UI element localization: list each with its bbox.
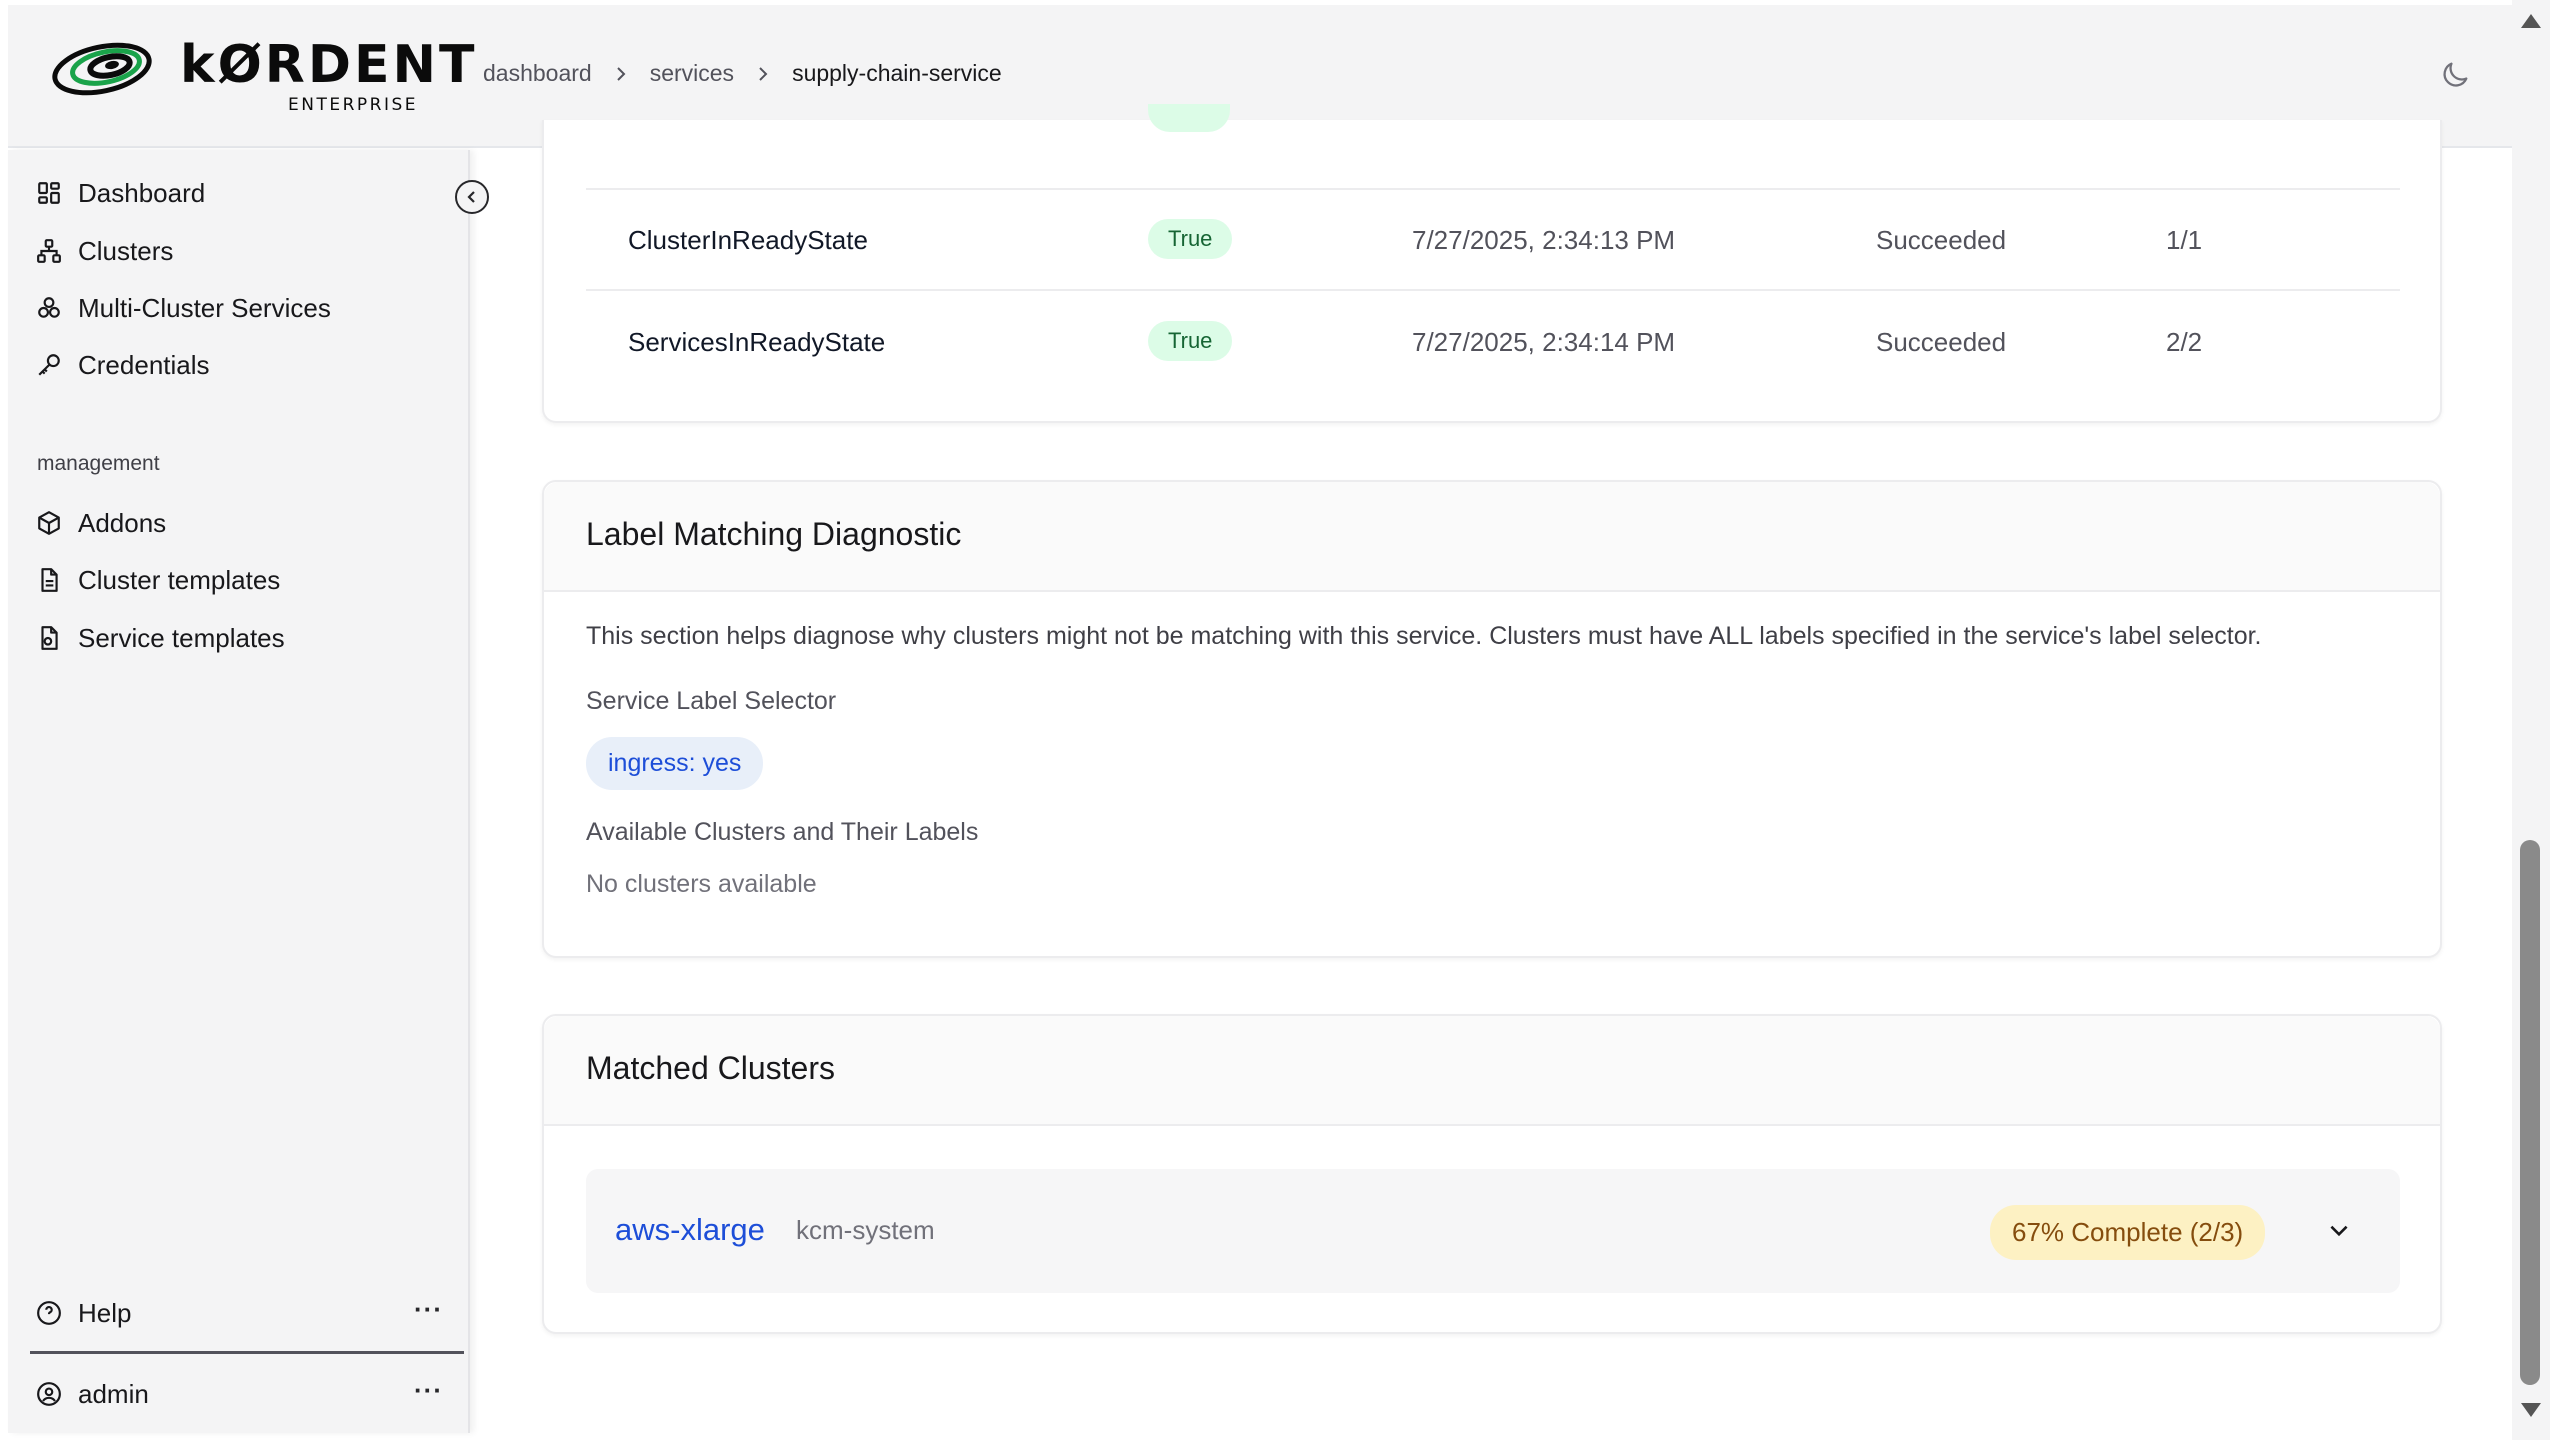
sidebar-section-management: management [37, 452, 160, 475]
user-avatar-icon [37, 1382, 61, 1406]
sidebar-item-label: admin [78, 1378, 149, 1409]
sidebar-item-label: Credentials [78, 349, 210, 380]
condition-result: Succeeded [1876, 327, 2007, 357]
card-title: Label Matching Diagnostic [586, 516, 962, 552]
page-scrollbar[interactable] [2512, 0, 2550, 1440]
sidebar-divider [30, 1351, 464, 1354]
logo-subtitle: ENTERPRISE [288, 95, 419, 115]
scroll-up-arrow-icon[interactable] [2521, 14, 2541, 28]
logo-orbit-icon [52, 42, 152, 96]
file-icon [41, 568, 58, 592]
condition-row: ClusterInReadyState True 7/27/2025, 2:34… [586, 191, 2400, 291]
conditions-card: ClusterInReadyState True 7/27/2025, 2:34… [542, 104, 2442, 423]
sidebar: Dashboard Clusters Multi-Cluster Service… [8, 150, 470, 1433]
scroll-down-arrow-icon[interactable] [2521, 1403, 2541, 1417]
sidebar-item-clusters[interactable]: Clusters [36, 229, 173, 273]
sidebar-item-dashboard[interactable]: Dashboard [36, 171, 205, 215]
status-badge: True [1148, 219, 1233, 259]
matched-cluster-row[interactable]: aws-xlarge kcm-system 67% Complete (2/3) [586, 1169, 2400, 1293]
sidebar-item-label: Cluster templates [78, 564, 281, 595]
sidebar-item-label: Help [78, 1297, 132, 1328]
file-settings-icon [41, 626, 58, 650]
sidebar-item-service-templates[interactable]: Service templates [36, 616, 285, 660]
clusters-icon [37, 239, 61, 263]
condition-time: 7/27/2025, 2:34:14 PM [1412, 327, 1676, 357]
condition-name: ClusterInReadyState [628, 225, 868, 255]
box-icon [38, 511, 60, 535]
key-icon [38, 354, 60, 376]
label-selector-pill: ingress: yes [586, 737, 764, 790]
cluster-namespace: kcm-system [796, 1215, 935, 1245]
condition-count: 1/1 [2166, 225, 2203, 255]
matched-clusters-card: Matched Clusters aws-xlarge kcm-system 6… [542, 1014, 2442, 1334]
breadcrumb-current: supply-chain-service [792, 60, 1002, 86]
chevron-down-icon [2330, 1225, 2348, 1237]
expand-row-button[interactable] [2321, 1213, 2357, 1249]
sidebar-item-label: Clusters [78, 235, 174, 266]
condition-count: 2/2 [2166, 327, 2203, 357]
chevron-right-icon [756, 65, 770, 83]
sidebar-item-help[interactable]: Help [36, 1291, 131, 1335]
sidebar-item-credentials[interactable]: Credentials [36, 343, 210, 387]
help-icon [37, 1301, 61, 1325]
chevron-left-icon [467, 191, 475, 203]
theme-toggle-button[interactable] [2435, 55, 2475, 95]
chevron-right-icon [614, 65, 628, 83]
kordent-logo[interactable]: kØRDENT ENTERPRISE [50, 31, 475, 121]
moon-icon [2443, 62, 2468, 87]
selector-label: Service Label Selector [586, 687, 837, 715]
condition-row: ServicesInReadyState True 7/27/2025, 2:3… [586, 293, 2400, 393]
progress-badge: 67% Complete (2/3) [1990, 1205, 2266, 1260]
sidebar-item-user[interactable]: admin [36, 1372, 149, 1416]
breadcrumb-services[interactable]: services [650, 60, 734, 87]
dashboard-icon [38, 182, 60, 204]
sidebar-item-multi-cluster-services[interactable]: Multi-Cluster Services [36, 286, 331, 330]
card-header: Matched Clusters [544, 1016, 2440, 1126]
help-more-menu-icon[interactable]: ··· [414, 1294, 443, 1325]
user-more-menu-icon[interactable]: ··· [414, 1375, 443, 1406]
available-clusters-label: Available Clusters and Their Labels [586, 818, 979, 846]
card-header: Label Matching Diagnostic [544, 482, 2440, 592]
sidebar-item-label: Dashboard [78, 177, 206, 208]
conditions-partial-row [586, 104, 2400, 190]
status-badge: True [1148, 321, 1233, 361]
cluster-name-link[interactable]: aws-xlarge [615, 1212, 765, 1248]
collapse-sidebar-button[interactable] [455, 180, 489, 214]
empty-state-text: No clusters available [586, 870, 817, 898]
diagnostic-description: This section helps diagnose why clusters… [586, 622, 2262, 650]
sidebar-item-label: Multi-Cluster Services [78, 292, 331, 323]
logo-wordmark: kØRDENT [180, 35, 478, 95]
condition-name: ServicesInReadyState [628, 327, 886, 357]
status-badge [1148, 104, 1230, 132]
breadcrumb: dashboard services supply-chain-service [483, 60, 1002, 87]
condition-result: Succeeded [1876, 225, 2007, 255]
breadcrumb-dashboard[interactable]: dashboard [483, 60, 592, 87]
sidebar-item-label: Addons [78, 507, 167, 538]
label-matching-card: Label Matching Diagnostic This section h… [542, 480, 2442, 958]
sidebar-item-label: Service templates [78, 622, 285, 653]
scrollbar-thumb[interactable] [2520, 840, 2540, 1385]
sidebar-item-addons[interactable]: Addons [36, 501, 166, 545]
condition-time: 7/27/2025, 2:34:13 PM [1412, 225, 1676, 255]
sidebar-item-cluster-templates[interactable]: Cluster templates [36, 558, 280, 602]
card-title: Matched Clusters [586, 1050, 835, 1086]
multi-cluster-icon [38, 297, 60, 318]
